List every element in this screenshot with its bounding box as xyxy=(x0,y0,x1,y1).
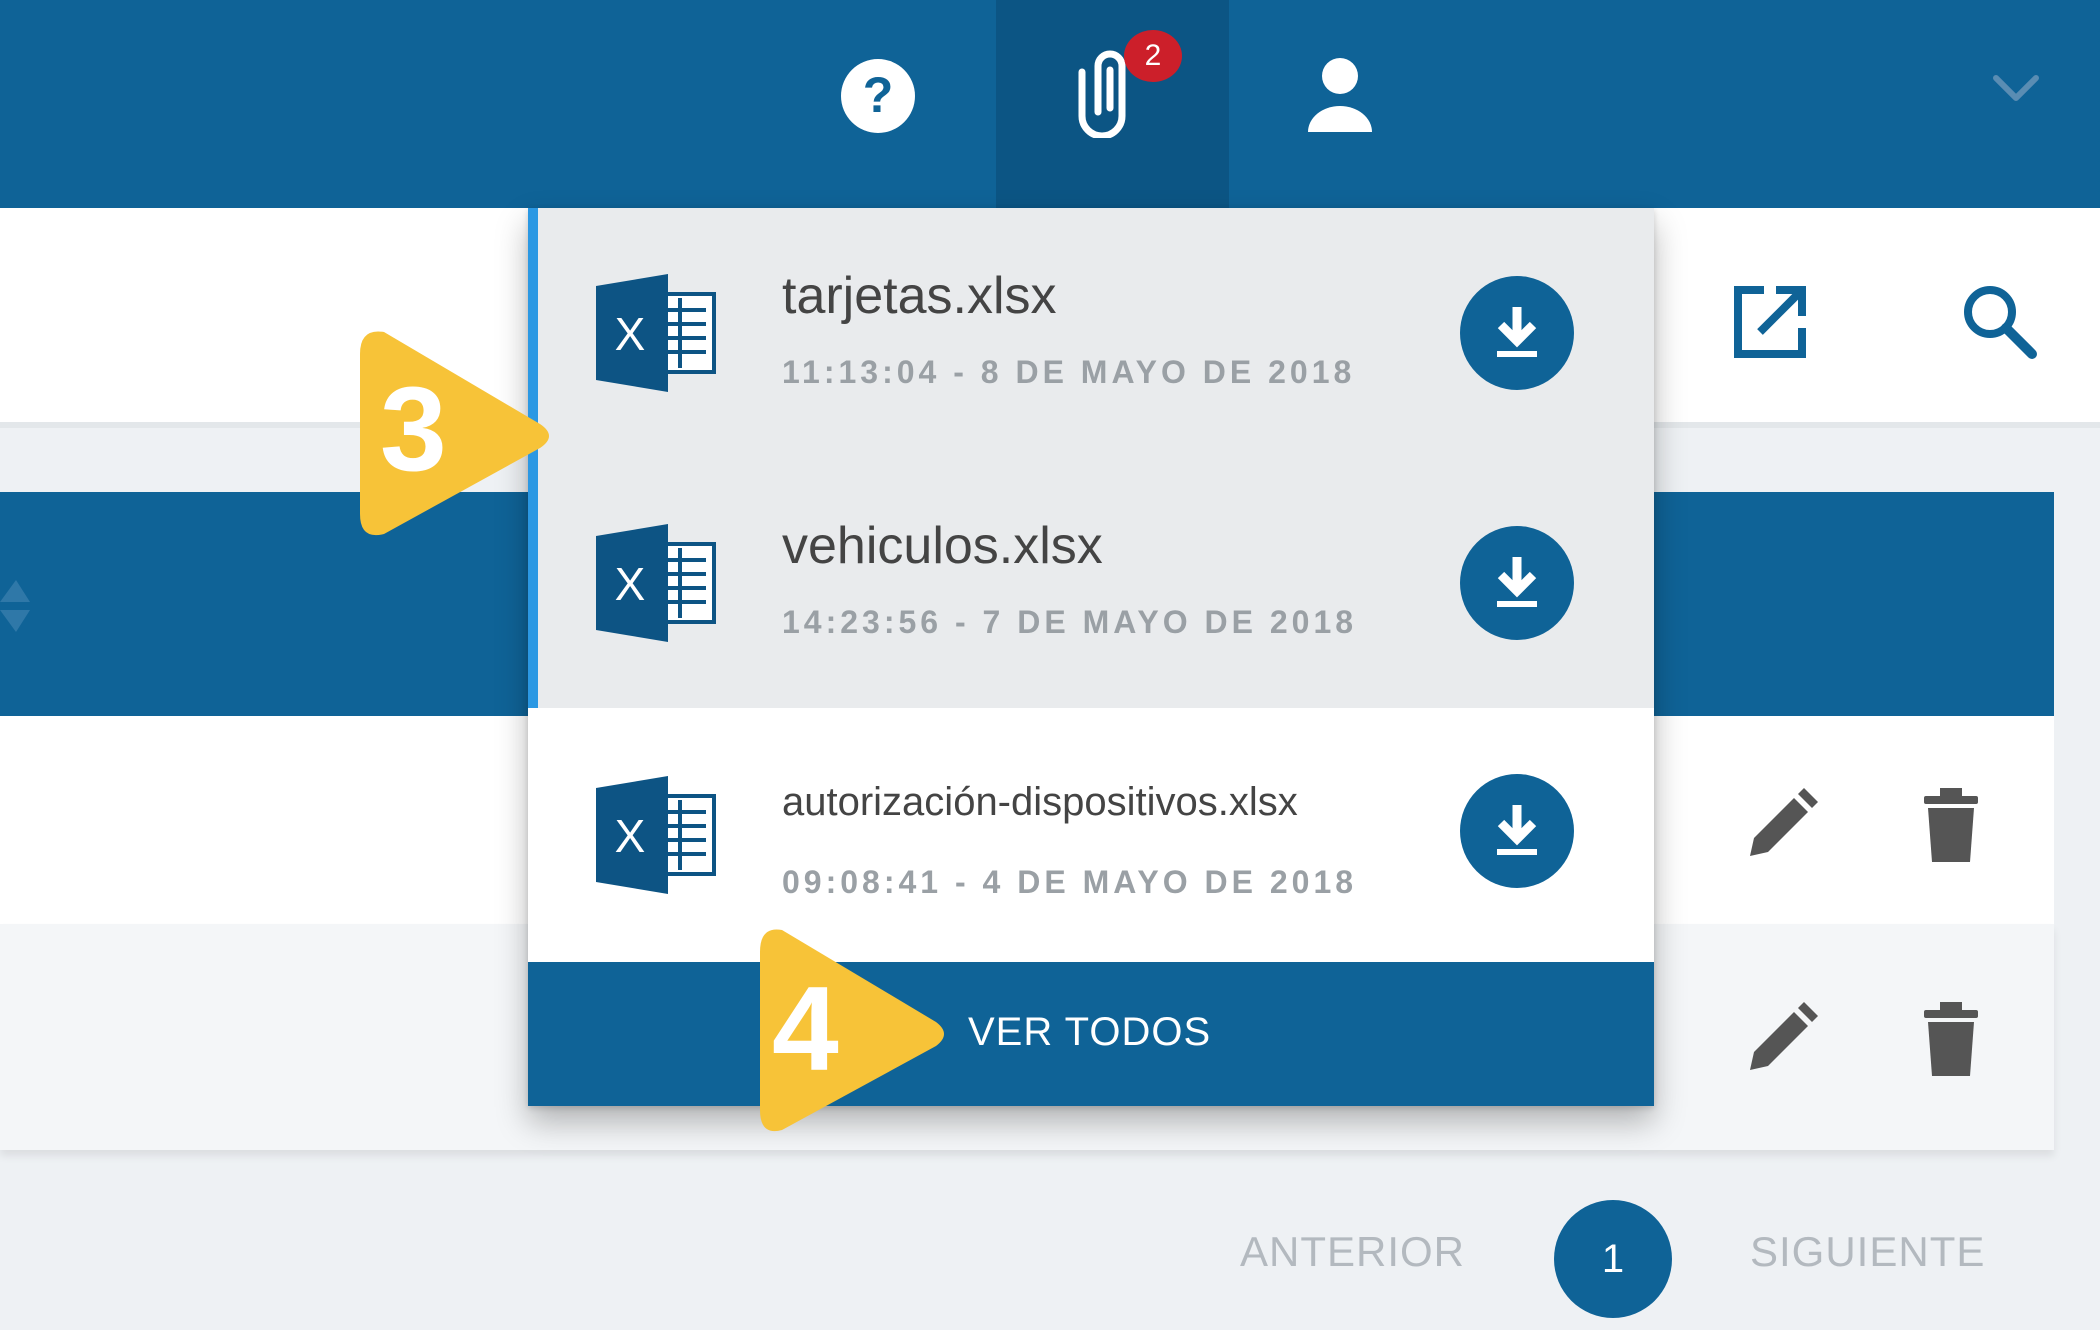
file-timestamp: 11:13:04 - 8 DE MAYO DE 2018 xyxy=(782,354,1356,390)
view-all-button[interactable]: VER TODOS xyxy=(528,962,1654,1106)
download-icon xyxy=(1497,307,1537,357)
svg-text:X: X xyxy=(615,810,646,862)
file-timestamp: 14:23:56 - 7 DE MAYO DE 2018 xyxy=(782,604,1358,640)
view-all-label: VER TODOS xyxy=(968,1010,1212,1054)
app-screen: ? 2 ANTERIOR 1 SIGUIENTE X tarjetas.xlsx… xyxy=(0,0,2100,1330)
file-name: autorización-dispositivos.xlsx xyxy=(782,780,1298,824)
svg-text:X: X xyxy=(615,558,646,610)
pencil-icon[interactable] xyxy=(1742,1000,1820,1078)
user-icon[interactable] xyxy=(1302,50,1378,140)
current-page-button[interactable]: 1 xyxy=(1554,1200,1672,1318)
search-icon[interactable] xyxy=(1958,280,2040,362)
downloads-dropdown: X tarjetas.xlsx 11:13:04 - 8 DE MAYO DE … xyxy=(528,208,1654,1106)
sort-icon[interactable] xyxy=(0,578,32,634)
download-icon xyxy=(1497,805,1537,855)
excel-file-icon: X xyxy=(594,522,720,644)
file-timestamp: 09:08:41 - 4 DE MAYO DE 2018 xyxy=(782,864,1358,900)
excel-file-icon: X xyxy=(594,774,720,896)
chevron-down-icon[interactable] xyxy=(1990,68,2042,108)
svg-text:?: ? xyxy=(863,67,894,123)
file-name: vehiculos.xlsx xyxy=(782,517,1103,575)
file-name: tarjetas.xlsx xyxy=(782,267,1057,325)
download-icon xyxy=(1497,557,1537,607)
download-button[interactable] xyxy=(1460,276,1574,390)
help-icon[interactable]: ? xyxy=(838,56,918,136)
download-item[interactable]: X tarjetas.xlsx 11:13:04 - 8 DE MAYO DE … xyxy=(528,208,1654,460)
trash-icon[interactable] xyxy=(1912,1000,1990,1078)
trash-icon[interactable] xyxy=(1912,786,1990,864)
download-item[interactable]: X autorización-dispositivos.xlsx 09:08:4… xyxy=(528,708,1654,962)
open-external-icon[interactable] xyxy=(1730,282,1810,362)
notification-badge: 2 xyxy=(1124,30,1182,82)
next-page-button[interactable]: SIGUIENTE xyxy=(1750,1228,1985,1276)
previous-page-button[interactable]: ANTERIOR xyxy=(1240,1228,1465,1276)
pencil-icon[interactable] xyxy=(1742,786,1820,864)
callout-number: 4 xyxy=(772,962,839,1096)
svg-text:X: X xyxy=(615,308,646,360)
download-item[interactable]: X vehiculos.xlsx 14:23:56 - 7 DE MAYO DE… xyxy=(528,460,1654,708)
callout-number: 3 xyxy=(380,362,447,496)
callout-marker: 3 xyxy=(354,324,560,544)
excel-file-icon: X xyxy=(594,272,720,394)
callout-marker: 4 xyxy=(754,922,954,1140)
download-button[interactable] xyxy=(1460,774,1574,888)
download-button[interactable] xyxy=(1460,526,1574,640)
